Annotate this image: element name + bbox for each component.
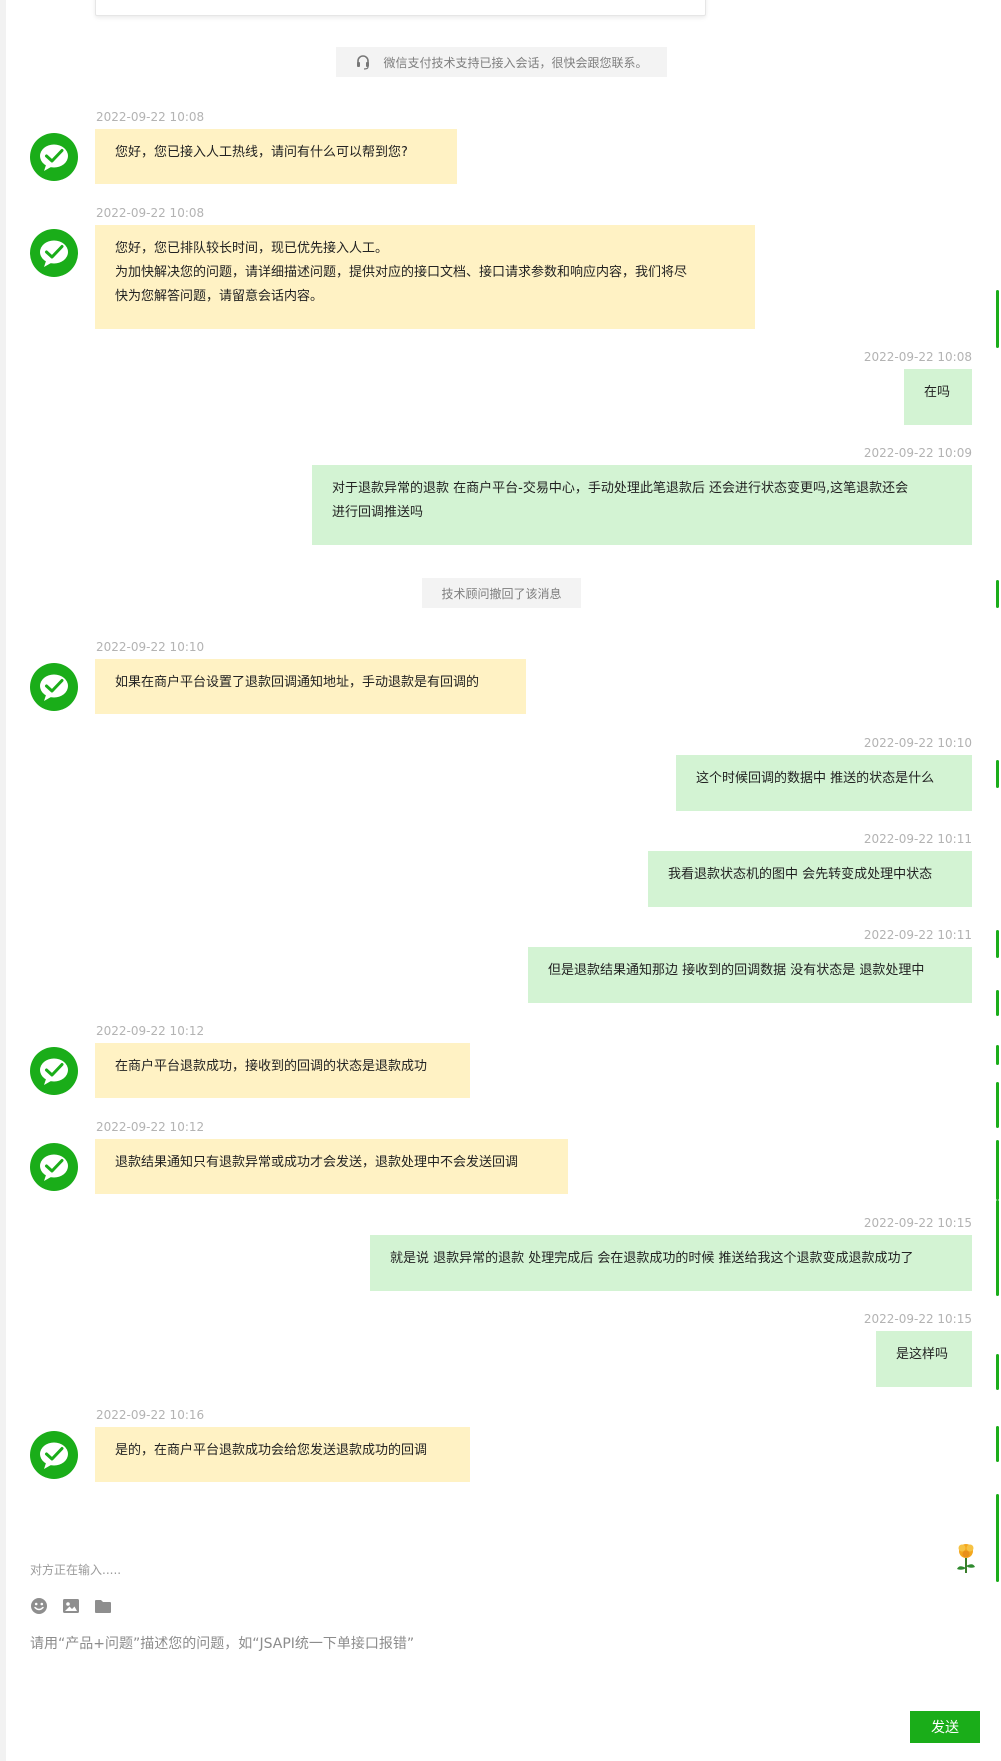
message-time: 2022-09-22 10:15 xyxy=(863,1216,972,1230)
message-text: 退款结果通知只有退款异常或成功才会发送，退款处理中不会发送回调 xyxy=(115,1155,519,1170)
previous-card xyxy=(95,0,706,16)
agent-message-bubble: 如果在商户平台设置了退款回调通知地址，手动退款是有回调的 xyxy=(95,659,526,714)
wechat-pay-logo-icon xyxy=(40,144,68,171)
message-time: 2022-09-22 10:09 xyxy=(863,446,972,460)
message-text: 您好，您已排队较长时间，现已优先接入人工。 xyxy=(115,241,389,256)
agent-message-bubble: 您好，您已接入人工热线，请问有什么可以帮到您? xyxy=(95,129,457,184)
image-icon xyxy=(63,1599,79,1613)
composer-toolbar xyxy=(30,1597,112,1615)
wechat-pay-logo-icon xyxy=(40,1442,68,1469)
user-message-bubble: 在吗 xyxy=(904,369,972,425)
message-text: 进行回调推送吗 xyxy=(332,505,424,520)
message-text: 如果在商户平台设置了退款回调通知地址，手动退款是有回调的 xyxy=(115,675,480,690)
agent-avatar xyxy=(30,663,78,711)
recall-notice-text: 技术顾问撤回了该消息 xyxy=(441,586,562,601)
agent-avatar xyxy=(30,229,78,277)
message-text: 对于退款异常的退款 在商户平台-交易中心，手动处理此笔退款后 还会进行状态变更吗… xyxy=(332,481,909,496)
send-button[interactable]: 发送 xyxy=(910,1711,980,1743)
message-time: 2022-09-22 10:12 xyxy=(96,1024,205,1038)
message-text: 这个时候回调的数据中 推送的状态是什么 xyxy=(696,771,935,786)
agent-message-bubble: 退款结果通知只有退款异常或成功才会发送，退款处理中不会发送回调 xyxy=(95,1139,568,1194)
message-text: 是这样吗 xyxy=(896,1347,949,1362)
wechat-pay-logo-icon xyxy=(40,1154,68,1181)
right-scroll-markers xyxy=(996,0,1001,1761)
wechat-pay-logo-icon xyxy=(40,674,68,701)
folder-icon xyxy=(95,1600,111,1613)
message-text: 您好，您已接入人工热线，请问有什么可以帮到您? xyxy=(115,145,408,160)
wechat-pay-logo-icon xyxy=(40,1058,68,1085)
user-message-bubble: 就是说 退款异常的退款 处理完成后 会在退款成功的时候 推送给我这个退款变成退款… xyxy=(370,1235,972,1291)
user-message-bubble: 这个时候回调的数据中 推送的状态是什么 xyxy=(676,755,972,811)
agent-message-bubble: 在商户平台退款成功，接收到的回调的状态是退款成功 xyxy=(95,1043,470,1098)
message-time: 2022-09-22 10:08 xyxy=(96,206,205,220)
message-text: 快为您解答问题，请留意会话内容。 xyxy=(115,289,324,304)
agent-avatar xyxy=(30,1431,78,1479)
message-time: 2022-09-22 10:11 xyxy=(863,928,972,942)
system-notice-text: 微信支付技术支持已接入会话，很快会跟您联系。 xyxy=(383,55,648,70)
agent-avatar xyxy=(30,1143,78,1191)
wechat-pay-logo-icon xyxy=(40,240,68,267)
message-text: 在商户平台退款成功，接收到的回调的状态是退款成功 xyxy=(115,1059,428,1074)
message-time: 2022-09-22 10:10 xyxy=(863,736,972,750)
message-time: 2022-09-22 10:08 xyxy=(96,110,205,124)
message-text: 是的，在商户平台退款成功会给您发送退款成功的回调 xyxy=(115,1443,428,1458)
recall-notice: 技术顾问撤回了该消息 xyxy=(422,578,581,608)
message-text: 但是退款结果通知那边 接收到的回调数据 没有状态是 退款处理中 xyxy=(548,963,925,978)
user-message-bubble: 对于退款异常的退款 在商户平台-交易中心，手动处理此笔退款后 还会进行状态变更吗… xyxy=(312,465,972,545)
message-time: 2022-09-22 10:11 xyxy=(863,832,972,846)
typing-status: 对方正在输入..... xyxy=(30,1563,122,1577)
image-button[interactable] xyxy=(62,1597,80,1615)
message-input[interactable]: 请用“产品+问题”描述您的问题，如“JSAPI统一下单接口报错” xyxy=(30,1633,414,1653)
headset-icon xyxy=(355,54,371,70)
message-time: 2022-09-22 10:16 xyxy=(96,1408,205,1422)
agent-message-bubble: 您好，您已排队较长时间，现已优先接入人工。 为加快解决您的问题，请详细描述问题，… xyxy=(95,225,755,329)
agent-message-bubble: 是的，在商户平台退款成功会给您发送退款成功的回调 xyxy=(95,1427,470,1482)
message-time: 2022-09-22 10:10 xyxy=(96,640,205,654)
emoji-icon xyxy=(31,1598,47,1614)
flower-icon[interactable] xyxy=(952,1542,980,1576)
message-text: 就是说 退款异常的退款 处理完成后 会在退款成功的时候 推送给我这个退款变成退款… xyxy=(390,1251,914,1266)
agent-avatar xyxy=(30,1047,78,1095)
message-text: 为加快解决您的问题，请详细描述问题，提供对应的接口文档、接口请求参数和响应内容，… xyxy=(115,265,688,280)
agent-avatar xyxy=(30,133,78,181)
file-button[interactable] xyxy=(94,1597,112,1615)
message-text: 在吗 xyxy=(924,385,951,400)
user-message-bubble: 我看退款状态机的图中 会先转变成处理中状态 xyxy=(648,851,972,907)
system-notice: 微信支付技术支持已接入会话，很快会跟您联系。 xyxy=(336,47,667,77)
user-message-bubble: 是这样吗 xyxy=(876,1331,972,1387)
message-time: 2022-09-22 10:12 xyxy=(96,1120,205,1134)
message-time: 2022-09-22 10:08 xyxy=(863,350,972,364)
emoji-button[interactable] xyxy=(30,1597,48,1615)
user-message-bubble: 但是退款结果通知那边 接收到的回调数据 没有状态是 退款处理中 xyxy=(528,947,972,1003)
left-edge-strip xyxy=(0,0,6,1761)
message-text: 我看退款状态机的图中 会先转变成处理中状态 xyxy=(668,867,933,882)
message-time: 2022-09-22 10:15 xyxy=(863,1312,972,1326)
